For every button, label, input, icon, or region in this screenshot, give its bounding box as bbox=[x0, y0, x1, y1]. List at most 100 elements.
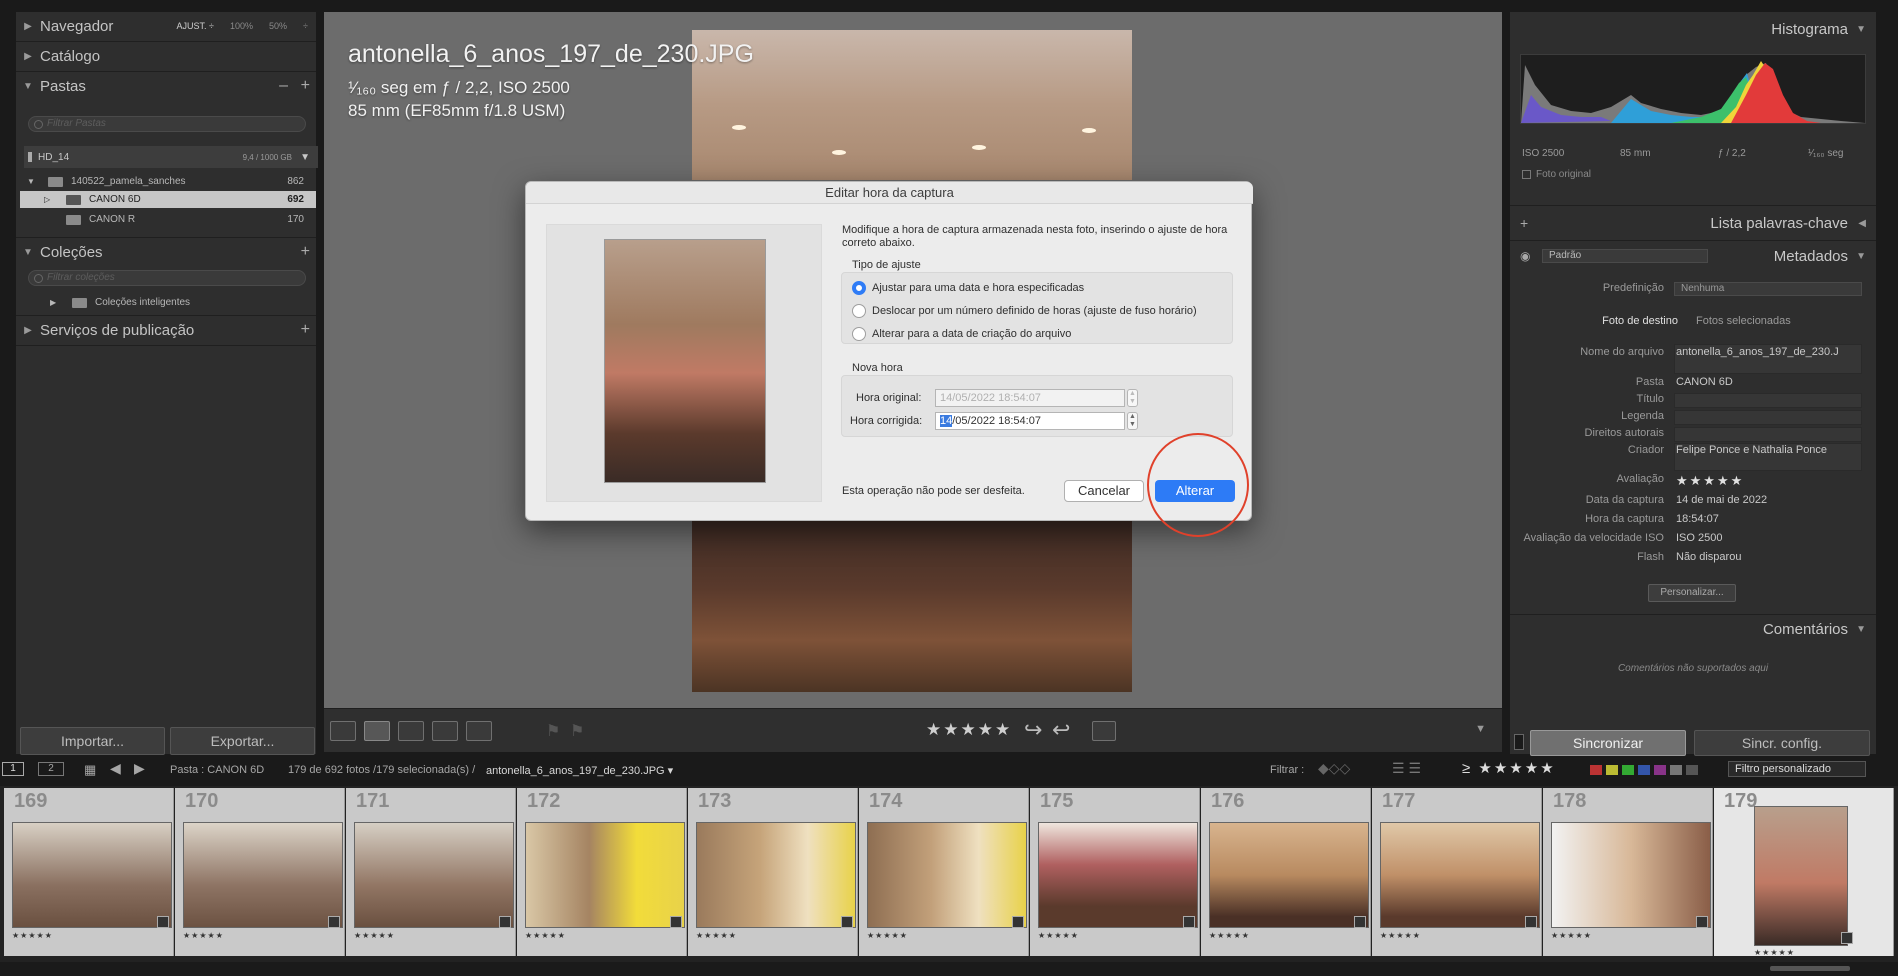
folder-row[interactable]: CANON R 170 bbox=[20, 211, 316, 228]
rotate-left-icon[interactable]: ↪ bbox=[1024, 717, 1042, 743]
crop-overlay-icon[interactable] bbox=[1092, 721, 1116, 741]
filmstrip-thumb-selected[interactable]: 179 ★★★★★ bbox=[1714, 788, 1894, 957]
zoom-50[interactable]: 50% bbox=[269, 21, 287, 31]
original-photo-checkbox[interactable] bbox=[1522, 170, 1531, 179]
radio-specific-datetime[interactable] bbox=[852, 281, 866, 295]
filter-preset-dropdown[interactable]: Filtro personalizado bbox=[1728, 761, 1866, 777]
reject-flag-icon[interactable]: ⚑ bbox=[570, 721, 584, 741]
rating-stars[interactable]: ★★★★★ bbox=[926, 720, 1012, 740]
folder-row[interactable]: ▼ 140522_pamela_sanches 862 bbox=[20, 173, 316, 190]
blue-label-filter[interactable] bbox=[1638, 765, 1650, 775]
scroll-thumb[interactable] bbox=[1770, 966, 1850, 971]
loupe-view-icon[interactable] bbox=[364, 721, 390, 741]
current-filename[interactable]: antonella_6_anos_197_de_230.JPG ▾ bbox=[486, 764, 673, 777]
corrected-time-stepper-icon[interactable]: ▲ ▼ bbox=[1127, 412, 1138, 430]
purple-label-filter[interactable] bbox=[1654, 765, 1666, 775]
rotate-right-icon[interactable]: ↩ bbox=[1052, 717, 1070, 743]
thumb-image bbox=[1551, 822, 1711, 928]
add-keyword-icon[interactable]: + bbox=[1520, 215, 1528, 231]
navigator-zoom-options: AJUST. ÷ 100% 50% ÷ bbox=[177, 21, 308, 31]
green-label-filter[interactable] bbox=[1622, 765, 1634, 775]
keywords-header[interactable]: + Lista palavras-chave ◀ bbox=[1510, 210, 1876, 236]
red-label-filter[interactable] bbox=[1590, 765, 1602, 775]
flag-filter-icon[interactable]: ◆◇◇ bbox=[1318, 760, 1350, 777]
collection-search-input[interactable]: Filtrar coleções bbox=[28, 270, 306, 286]
rating-stars[interactable]: ★★★★★ bbox=[1676, 473, 1744, 489]
caption-field[interactable] bbox=[1674, 410, 1862, 425]
sync-button[interactable]: Sincronizar bbox=[1530, 730, 1686, 756]
yellow-label-filter[interactable] bbox=[1606, 765, 1618, 775]
zoom-fit[interactable]: AJUST. ÷ bbox=[177, 21, 214, 31]
sync-settings-button[interactable]: Sincr. config. bbox=[1694, 730, 1870, 756]
toolbar-options-icon[interactable]: ▼ bbox=[1475, 723, 1486, 735]
flag-icon[interactable]: ⚑ bbox=[546, 721, 560, 741]
sync-toggle-icon[interactable] bbox=[1514, 734, 1524, 750]
people-view-icon[interactable] bbox=[466, 721, 492, 741]
metadata-row: Legenda bbox=[1510, 410, 1876, 426]
survey-view-icon[interactable] bbox=[432, 721, 458, 741]
selected-day-segment[interactable]: 14 bbox=[940, 415, 953, 427]
catalog-header[interactable]: ▶ Catálogo bbox=[16, 42, 316, 70]
filmstrip-thumb[interactable]: 169 ★★★★★ bbox=[4, 788, 174, 956]
zoom-stepper-icon[interactable]: ÷ bbox=[303, 21, 308, 31]
thumb-stars: ★★★★★ bbox=[696, 931, 737, 940]
compare-view-icon[interactable] bbox=[398, 721, 424, 741]
metadata-header[interactable]: ◉ Padrão Metadados ▼ bbox=[1510, 243, 1876, 269]
add-publish-service-icon[interactable]: + bbox=[301, 321, 310, 339]
publish-services-header[interactable]: ▶ Serviços de publicação + bbox=[16, 316, 316, 344]
no-label-filter[interactable] bbox=[1686, 765, 1698, 775]
filmstrip-thumb[interactable]: 177 ★★★★★ bbox=[1372, 788, 1542, 956]
add-folder-icon[interactable]: + bbox=[301, 77, 310, 95]
collections-header[interactable]: ▼ Coleções + bbox=[16, 238, 316, 266]
filmstrip-thumb[interactable]: 172 ★★★★★ bbox=[517, 788, 687, 956]
corrected-time-field[interactable]: 14/05/2022 18:54:07 bbox=[935, 412, 1125, 430]
main-window-button[interactable]: 1 bbox=[2, 762, 24, 776]
custom-label-filter[interactable] bbox=[1670, 765, 1682, 775]
second-window-button[interactable]: 2 bbox=[38, 762, 64, 776]
expand-triangle-icon: ▶ bbox=[24, 50, 32, 62]
edited-badge-icon bbox=[328, 916, 340, 928]
corrected-time-label: Hora corrigida: bbox=[850, 415, 923, 427]
back-arrow-icon[interactable]: ◀ bbox=[110, 760, 121, 777]
tab-target-photo[interactable]: Foto de destino bbox=[1510, 310, 1688, 332]
filmstrip-scrollbar[interactable] bbox=[0, 962, 1898, 976]
export-button[interactable]: Exportar... bbox=[170, 727, 315, 755]
histogram-header[interactable]: Histograma ▼ bbox=[1510, 16, 1876, 42]
filmstrip-thumb[interactable]: 178 ★★★★★ bbox=[1543, 788, 1713, 956]
import-button[interactable]: Importar... bbox=[20, 727, 165, 755]
customize-button[interactable]: Personalizar... bbox=[1648, 584, 1736, 602]
smart-collections-row[interactable]: ▶ Coleções inteligentes bbox=[20, 294, 316, 311]
filmstrip-thumb[interactable]: 173 ★★★★★ bbox=[688, 788, 858, 956]
metadata-set-dropdown[interactable]: Padrão bbox=[1542, 249, 1708, 263]
preset-dropdown[interactable]: Nenhuma bbox=[1674, 282, 1862, 296]
filmstrip-thumb[interactable]: 171 ★★★★★ bbox=[346, 788, 516, 956]
rating-filter[interactable]: ≥ ★★★★★ bbox=[1462, 759, 1556, 777]
add-collection-icon[interactable]: + bbox=[301, 243, 310, 261]
edit-filter-icon[interactable]: ☰ ☰ bbox=[1392, 760, 1421, 777]
filmstrip-thumb[interactable]: 174 ★★★★★ bbox=[859, 788, 1029, 956]
cancel-button[interactable]: Cancelar bbox=[1064, 480, 1144, 502]
grid-icon[interactable]: ▦ bbox=[84, 762, 96, 778]
eye-icon[interactable]: ◉ bbox=[1520, 249, 1530, 263]
filmstrip-thumb[interactable]: 175 ★★★★★ bbox=[1030, 788, 1200, 956]
thumb-index: 169 bbox=[14, 790, 48, 812]
zoom-100[interactable]: 100% bbox=[230, 21, 253, 31]
copyright-field[interactable] bbox=[1674, 427, 1862, 442]
remove-folder-icon[interactable]: – bbox=[279, 77, 288, 95]
radio-file-creation-date[interactable] bbox=[852, 327, 866, 341]
navigator-header[interactable]: ▶ Navegador AJUST. ÷ 100% 50% ÷ bbox=[16, 12, 316, 40]
folders-header[interactable]: ▼ Pastas – + bbox=[16, 72, 316, 100]
volume-dropdown-icon[interactable]: ▼ bbox=[300, 152, 310, 163]
source-label[interactable]: Pasta : CANON 6D bbox=[170, 764, 264, 776]
title-field[interactable] bbox=[1674, 393, 1862, 408]
filmstrip-thumb[interactable]: 170 ★★★★★ bbox=[175, 788, 345, 956]
comments-header[interactable]: Comentários ▼ bbox=[1510, 616, 1876, 642]
volume-row[interactable]: HD_14 9,4 / 1000 GB ▼ bbox=[24, 146, 318, 168]
tab-selected-photos[interactable]: Fotos selecionadas bbox=[1688, 310, 1791, 332]
radio-shift-hours[interactable] bbox=[852, 304, 866, 318]
filmstrip-thumb[interactable]: 176 ★★★★★ bbox=[1201, 788, 1371, 956]
forward-arrow-icon[interactable]: ▶ bbox=[134, 760, 145, 777]
folder-search-input[interactable]: Filtrar Pastas bbox=[28, 116, 306, 132]
folder-row-selected[interactable]: ▷ CANON 6D 692 bbox=[20, 191, 316, 208]
grid-view-icon[interactable] bbox=[330, 721, 356, 741]
